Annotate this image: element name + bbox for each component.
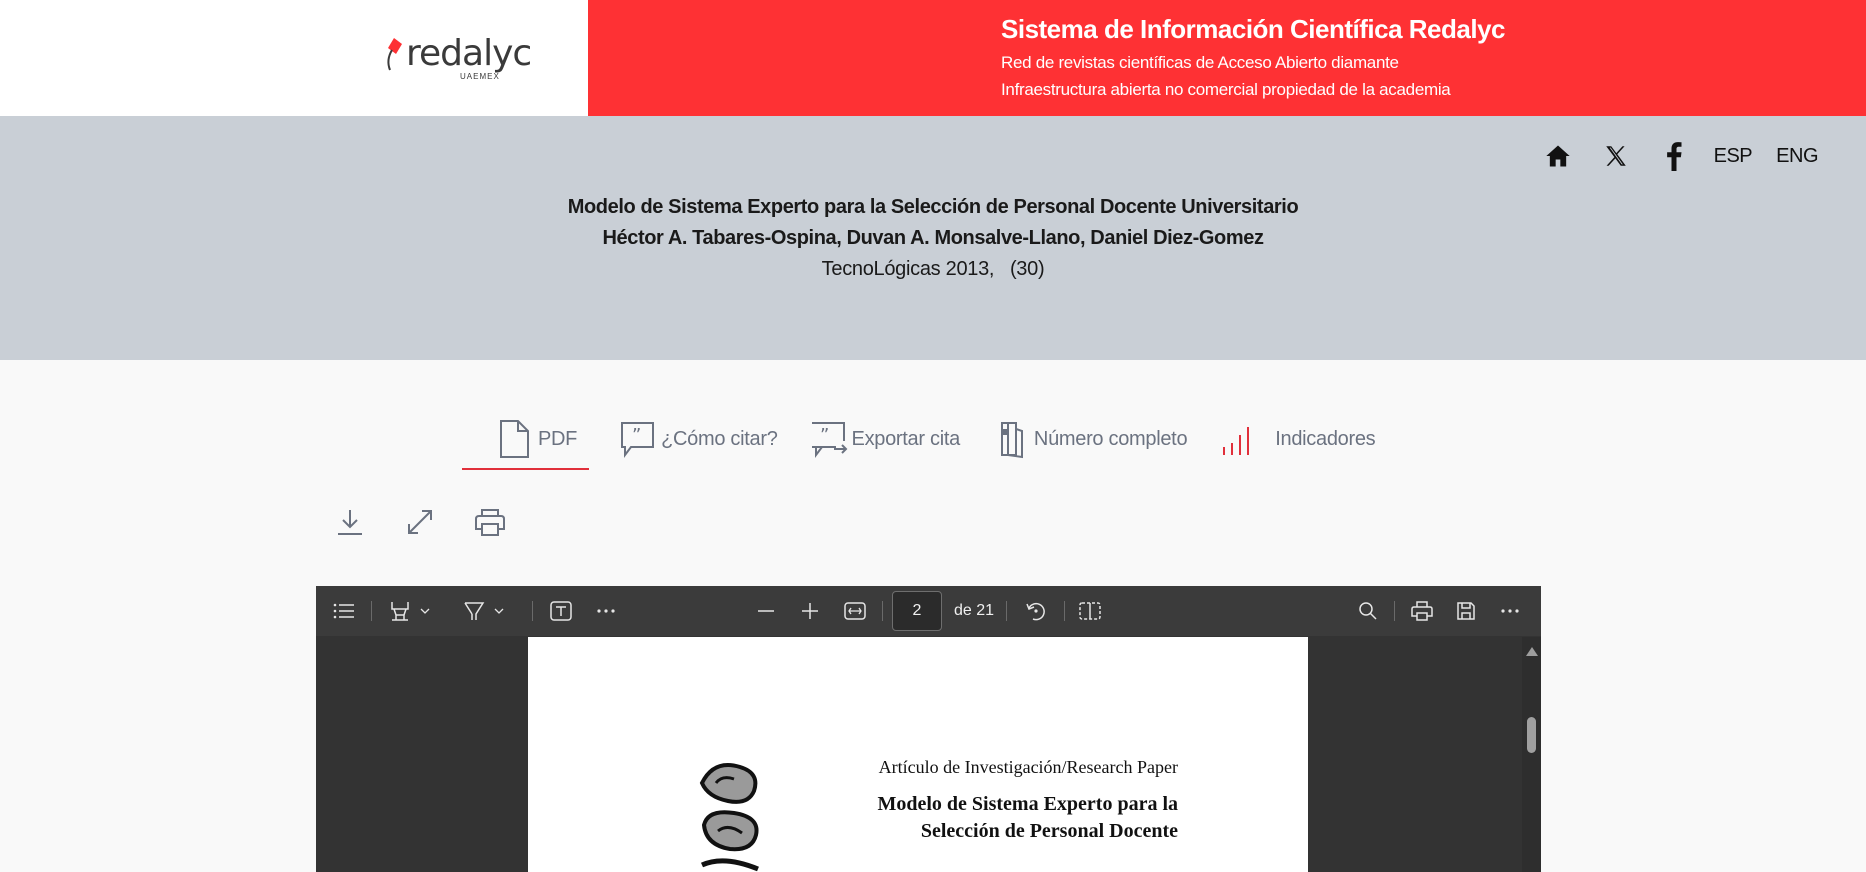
chevron-down-icon[interactable] [416, 595, 434, 627]
pdf-title-line-1: Modelo de Sistema Experto para la [877, 793, 1178, 815]
toolbar-separator [532, 601, 533, 621]
pdf-title-line-2: Selección de Personal Docente [920, 820, 1178, 842]
download-icon[interactable] [330, 502, 370, 542]
draw-icon[interactable] [458, 595, 490, 627]
scroll-up-arrow-icon[interactable] [1526, 647, 1538, 656]
page-number-input[interactable]: 2 [892, 591, 942, 631]
article-authors: Héctor A. Tabares-Ospina, Duvan A. Monsa… [602, 227, 1264, 249]
top-bar: redalyc UAEMEX Sistema de Información Ci… [0, 0, 1866, 116]
pdf-page: Artículo de Investigación/Research Paper… [528, 637, 1308, 872]
tab-how-to-cite[interactable]: ” ¿Cómo citar? [617, 410, 778, 468]
tab-label: Número completo [1033, 427, 1188, 450]
tab-label: Exportar cita [851, 427, 961, 450]
tab-label: Indicadores [1275, 427, 1376, 450]
chevron-down-icon[interactable] [490, 595, 508, 627]
expand-icon[interactable] [400, 502, 440, 542]
toolbar-separator [1006, 601, 1007, 621]
logo-text: redalyc [406, 33, 532, 74]
tab-export-citation[interactable]: ” Exportar cita [808, 410, 960, 468]
toolbar-separator [1394, 601, 1395, 621]
tab-full-issue[interactable]: Número completo [990, 410, 1188, 468]
logo-subtext: UAEMEX [460, 72, 500, 81]
tagline-1: Red de revistas científicas de Acceso Ab… [1001, 53, 1399, 72]
pdf-article-title: Modelo de Sistema Experto para la Selecc… [528, 791, 1178, 845]
viewer-print-icon[interactable] [1406, 595, 1438, 627]
pdf-tools [330, 502, 510, 542]
issue-book-icon [990, 419, 1030, 459]
svg-text:”: ” [632, 425, 641, 446]
facebook-icon[interactable] [1658, 140, 1690, 172]
redalyc-logo[interactable]: redalyc UAEMEX [382, 33, 532, 81]
table-of-contents-icon[interactable] [328, 595, 360, 627]
more-tools-icon[interactable] [590, 595, 622, 627]
bar-chart-icon [1217, 419, 1257, 459]
site-banner: Sistema de Información Científica Redaly… [588, 0, 1866, 116]
pdf-scrollbar[interactable] [1522, 637, 1541, 872]
rotate-icon[interactable] [1020, 595, 1052, 627]
page-view-icon[interactable] [1074, 595, 1106, 627]
fit-width-icon[interactable] [839, 595, 871, 627]
search-icon[interactable] [1352, 595, 1384, 627]
top-nav: ESP ENG [1516, 140, 1818, 172]
site-title: Sistema de Información Científica Redaly… [1001, 14, 1506, 44]
toolbar-separator [1064, 601, 1065, 621]
quote-icon: ” [617, 419, 657, 459]
text-box-icon[interactable] [545, 595, 577, 627]
home-icon[interactable] [1542, 140, 1574, 172]
tab-label: ¿Cómo citar? [661, 427, 778, 450]
more-options-icon[interactable] [1494, 595, 1526, 627]
kite-logo-icon [382, 34, 406, 74]
page-count: de 21 [954, 602, 995, 619]
pdf-file-icon [494, 419, 534, 459]
tagline-2: Infraestructura abierta no comercial pro… [1001, 80, 1451, 99]
logo-area: redalyc UAEMEX [0, 0, 588, 116]
article-meta: Modelo de Sistema Experto para la Selecc… [0, 192, 1866, 285]
article-journal: TecnoLógicas 2013, (30) [821, 258, 1045, 280]
pdf-viewer: 2 de 21 Artículo de Investigación/Resear… [316, 586, 1541, 872]
scrollbar-thumb[interactable] [1527, 717, 1536, 753]
zoom-out-icon[interactable] [750, 595, 782, 627]
export-quote-icon: ” [808, 419, 848, 459]
toolbar-separator [882, 601, 883, 621]
save-icon[interactable] [1450, 595, 1482, 627]
svg-text:”: ” [820, 425, 829, 446]
toolbar-separator [371, 601, 372, 621]
zoom-in-icon[interactable] [794, 595, 826, 627]
article-header: ESP ENG Modelo de Sistema Experto para l… [0, 116, 1866, 360]
tab-pdf[interactable]: PDF [462, 410, 590, 470]
x-twitter-icon[interactable] [1600, 140, 1632, 172]
highlight-icon[interactable] [384, 595, 416, 627]
article-title: Modelo de Sistema Experto para la Selecc… [567, 196, 1299, 218]
lang-eng-link[interactable]: ENG [1776, 145, 1818, 168]
print-icon[interactable] [470, 502, 510, 542]
pdf-article-type: Artículo de Investigación/Research Paper [878, 757, 1178, 777]
lang-esp-link[interactable]: ESP [1714, 145, 1753, 168]
tab-indicators[interactable]: Indicadores [1217, 410, 1376, 468]
pdf-viewer-toolbar: 2 de 21 [316, 586, 1541, 636]
article-tabs: PDF ” ¿Cómo citar? ” Exportar cita Númer… [462, 410, 1405, 470]
tab-label: PDF [538, 427, 578, 450]
